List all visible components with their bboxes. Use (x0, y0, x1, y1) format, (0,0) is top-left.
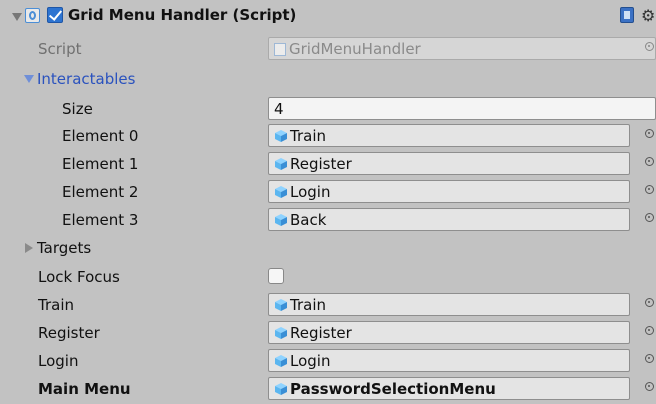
gameobject-cube-icon (275, 383, 287, 395)
gear-icon[interactable]: ⚙ (641, 6, 655, 25)
gameobject-cube-icon (275, 355, 287, 367)
object-picker-icon[interactable] (645, 185, 654, 194)
script-row: Script GridMenuHandler (0, 35, 656, 64)
element-row-2: Element 2 Login (0, 178, 656, 207)
train-field[interactable]: Train (268, 293, 630, 316)
gameobject-cube-icon (275, 299, 287, 311)
script-value: GridMenuHandler (289, 40, 421, 58)
main-menu-label: Main Menu (38, 380, 131, 398)
script-icon (25, 8, 40, 23)
lock-focus-label: Lock Focus (38, 268, 120, 286)
element-label: Element 1 (62, 155, 139, 173)
element-label: Element 3 (62, 211, 139, 229)
gameobject-cube-icon (275, 214, 287, 226)
gameobject-cube-icon (275, 158, 287, 170)
expand-arrow-icon[interactable] (25, 243, 33, 253)
object-picker-icon[interactable] (645, 298, 654, 307)
element-1-field[interactable]: Register (268, 152, 630, 175)
expand-arrow-icon[interactable] (24, 75, 34, 83)
targets-label: Targets (37, 239, 92, 257)
object-picker-icon[interactable] (645, 382, 654, 391)
login-label: Login (38, 352, 79, 370)
gameobject-cube-icon (275, 130, 287, 142)
size-label: Size (62, 100, 93, 118)
register-label: Register (38, 324, 100, 342)
main-menu-row: Main Menu PasswordSelectionMenu (0, 375, 656, 404)
train-row: Train Train (0, 291, 656, 320)
register-field[interactable]: Register (268, 321, 630, 344)
help-book-icon[interactable] (620, 7, 634, 23)
object-picker-icon[interactable] (645, 129, 654, 138)
train-value: Train (290, 296, 326, 314)
lock-focus-checkbox[interactable] (268, 268, 284, 284)
component-enabled-checkbox[interactable] (47, 7, 63, 23)
component-header: Grid Menu Handler (Script) ⚙ (0, 4, 656, 33)
collapse-arrow-icon[interactable] (12, 13, 22, 21)
element-0-field[interactable]: Train (268, 124, 630, 147)
size-value: 4 (274, 100, 284, 118)
component-title: Grid Menu Handler (Script) (68, 6, 297, 24)
login-row: Login Login (0, 347, 656, 376)
element-value: Train (290, 127, 326, 145)
size-row: Size 4 (0, 95, 656, 124)
script-file-icon (274, 43, 286, 56)
element-label: Element 2 (62, 183, 139, 201)
size-input[interactable]: 4 (268, 97, 656, 120)
element-value: Back (290, 211, 327, 229)
script-field: GridMenuHandler (268, 37, 656, 60)
gameobject-cube-icon (275, 327, 287, 339)
register-row: Register Register (0, 319, 656, 348)
main-menu-value: PasswordSelectionMenu (290, 380, 496, 398)
train-label: Train (38, 296, 74, 314)
element-2-field[interactable]: Login (268, 180, 630, 203)
lock-focus-row: Lock Focus (0, 263, 656, 292)
login-field[interactable]: Login (268, 349, 630, 372)
element-label: Element 0 (62, 127, 139, 145)
object-picker-icon[interactable] (645, 157, 654, 166)
gameobject-cube-icon (275, 186, 287, 198)
script-label: Script (38, 40, 82, 58)
targets-foldout[interactable]: Targets (0, 234, 656, 263)
login-value: Login (290, 352, 331, 370)
interactables-foldout[interactable]: Interactables (0, 65, 656, 94)
element-value: Register (290, 155, 352, 173)
object-picker-icon[interactable] (645, 213, 654, 222)
object-picker-icon[interactable] (645, 354, 654, 363)
interactables-label: Interactables (37, 70, 136, 88)
element-row-0: Element 0 Train (0, 122, 656, 151)
element-row-1: Element 1 Register (0, 150, 656, 179)
element-3-field[interactable]: Back (268, 208, 630, 231)
main-menu-field[interactable]: PasswordSelectionMenu (268, 377, 630, 400)
object-picker-icon[interactable] (645, 326, 654, 335)
element-row-3: Element 3 Back (0, 206, 656, 235)
object-picker-icon[interactable] (645, 42, 654, 51)
register-value: Register (290, 324, 352, 342)
element-value: Login (290, 183, 331, 201)
